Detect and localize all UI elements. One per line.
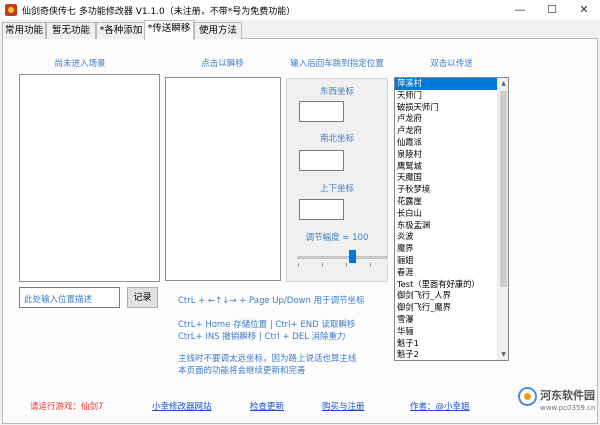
list-item[interactable]: 华骊 [395,326,508,338]
title-bar: 仙剑奇侠传七 多功能修改器 V1.1.0（未注册，不带*号为免费功能） — ☐ … [0,0,600,20]
tab-common[interactable]: 常用功能 [2,22,46,39]
list-item[interactable]: 卢龙府 [395,125,508,137]
list-item[interactable]: 泉陵村 [395,149,508,161]
hotkey-store-load: CtrL+ Home 存储位置 | Ctrl+ END 读取瞬移 [178,320,356,330]
list-item[interactable]: 魁子2 [395,349,508,360]
scroll-up-icon[interactable]: ▲ [498,78,509,89]
minimize-button[interactable]: — [504,0,536,20]
author-text: 作者：@小幸姐 [410,400,470,412]
step-slider-thumb[interactable] [349,250,356,263]
list-item[interactable]: 仙霞派 [395,137,508,149]
scenes-header: 尚未进入场景 [54,59,106,69]
hotkey-undo-gravity: CtrL+ INS 撤销瞬移 | Ctrl + DEL 消除重力 [178,332,346,342]
list-item[interactable]: 子秋梦境 [395,184,508,196]
note-update: 本页面的功能将会继续更新和完善 [178,366,306,376]
destination-list[interactable]: 萍溪村 天师门 破损天师门 卢龙府 卢龙府 仙霞派 泉陵村 鹰鹫城 天魔国 子秋… [394,77,509,361]
hotkey-coords: CtrL + ←↑↓→ + Page Up/Down 用于调节坐标 [178,296,365,306]
slider-tick [322,263,323,267]
destinations-header: 双击以传送 [430,59,473,69]
list-item[interactable]: 天魔国 [395,172,508,184]
list-item[interactable]: 东极盂渊 [395,220,508,232]
slider-tick [370,263,371,267]
watermark-logo-icon [518,387,537,406]
destination-scrollbar[interactable]: ▲ ▼ [497,78,508,360]
tab-teleport[interactable]: *传送瞬移 [144,20,194,40]
list-item[interactable]: 萍溪村 [395,78,508,90]
teleport-list[interactable] [165,77,281,281]
list-item[interactable]: 春涯 [395,267,508,279]
list-item[interactable]: 御剑飞行_魔界 [395,302,508,314]
list-item[interactable]: 雪瀑 [395,314,508,326]
watermark-name: 河东软件园 [540,389,595,402]
list-item[interactable]: 花露崖 [395,196,508,208]
close-button[interactable]: ✕ [568,0,600,20]
tab-add[interactable]: *各种添加 [96,22,146,39]
list-item[interactable]: 破损天师门 [395,102,508,114]
z-coord-label: 上下坐标 [319,184,354,194]
scenes-list[interactable] [19,74,160,282]
watermark: 河东软件园 www.pc0359.cn [518,385,598,423]
list-item[interactable]: 魔界 [395,243,508,255]
list-item[interactable]: Test（里面有好康的） [395,279,508,291]
step-label: 调节幅度 = 100 [305,233,369,243]
scroll-down-icon[interactable]: ▼ [498,349,509,360]
author-label: 作者：@小幸姐 [410,402,470,412]
watermark-url: www.pc0359.cn [540,404,596,412]
tab-usage[interactable]: 使用方法 [194,22,242,39]
app-icon [5,4,17,16]
list-item[interactable]: 卢龙府 [395,113,508,125]
list-item[interactable]: 长白山 [395,208,508,220]
list-item[interactable]: 鹰鹫城 [395,161,508,173]
z-coord-input[interactable] [299,199,344,220]
location-description-input[interactable]: 此处输入位置描述 [19,287,120,308]
buy-register-link[interactable]: 购买与注册 [322,400,365,412]
list-item[interactable]: 骊姐 [395,255,508,267]
check-update-link[interactable]: 检查更新 [250,400,284,412]
window-title: 仙剑奇侠传七 多功能修改器 V1.1.0（未注册，不带*号为免费功能） [22,7,296,17]
website-link[interactable]: 小幸修改器网站 [152,400,212,412]
y-coord-input[interactable] [299,150,344,171]
record-button[interactable]: 记录 [127,287,158,308]
slider-tick [298,263,299,267]
list-item[interactable]: 御剑飞行_人界 [395,290,508,302]
note-mainline: 主线时不要调太远坐标，因为路上说话也算主线 [178,354,357,364]
maximize-button[interactable]: ☐ [536,0,568,20]
teleport-header: 点击以瞬移 [201,59,244,69]
coords-header: 输入后回车跳到指定位置 [290,59,384,69]
list-item[interactable]: 炎波 [395,231,508,243]
slider-tick [346,263,347,267]
game-status: 请运行游戏：仙剑7 [30,402,104,412]
step-slider-track[interactable] [297,256,387,259]
scroll-thumb[interactable] [500,91,507,287]
list-item[interactable]: 天师门 [395,90,508,102]
x-coord-input[interactable] [299,101,344,122]
x-coord-label: 东西坐标 [319,87,354,97]
y-coord-label: 南北坐标 [319,134,354,144]
list-item[interactable]: 魁子1 [395,338,508,350]
tab-none[interactable]: 暂无功能 [46,22,96,39]
